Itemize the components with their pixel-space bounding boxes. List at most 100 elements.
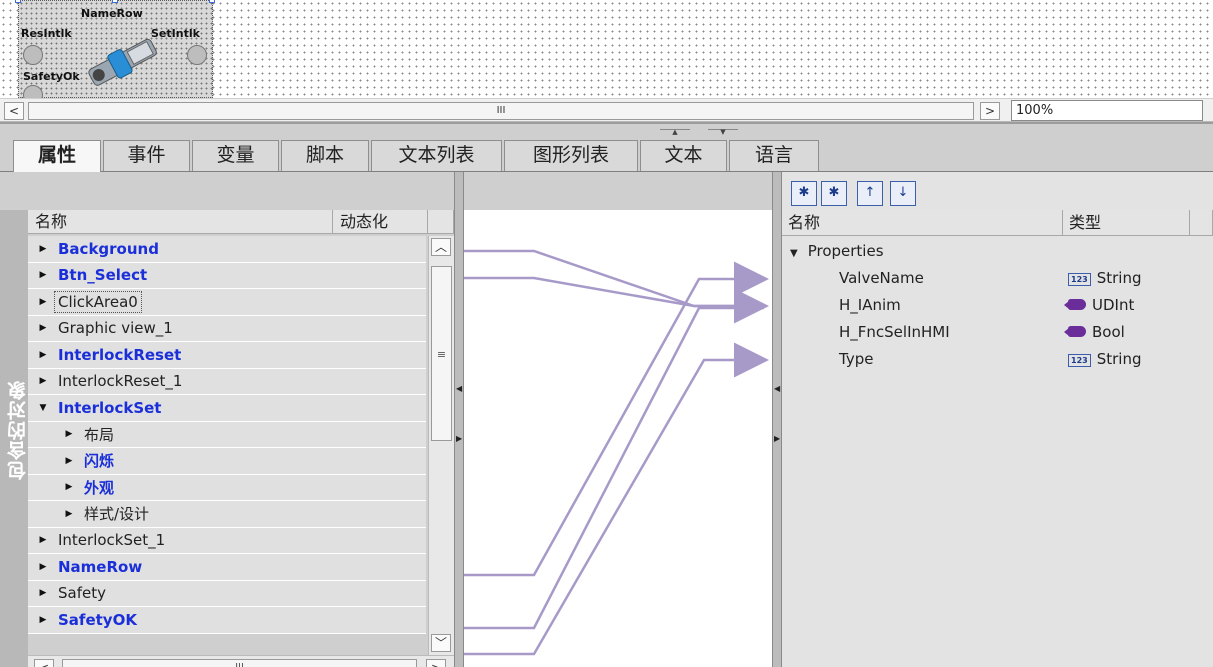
collapse-up-icon[interactable]: ▲ [660,129,690,136]
tree-row[interactable]: ▶ InterlockReset [28,342,426,369]
tab-languages[interactable]: 语言 [729,140,819,171]
expand-arrow-icon[interactable]: ▶ [38,376,48,386]
property-type-cell[interactable]: 123 String [1068,265,1141,292]
expand-arrow-icon[interactable]: ▶ [38,323,48,333]
resize-handle[interactable] [15,0,21,3]
expand-left-icon[interactable]: ◀ [774,384,780,393]
tab-events[interactable]: 事件 [103,140,190,171]
tree-row[interactable]: ▶ NameRow [28,554,426,581]
string-type-icon: 123 [1068,354,1091,367]
property-row[interactable]: ValveName 123 String [782,265,1213,292]
tab-properties[interactable]: 属性 [13,140,101,172]
resize-handle[interactable] [112,0,118,3]
faceplate-object[interactable]: NameRow ResIntlk SetIntlk SafetyOk [15,0,215,105]
expand-arrow-icon[interactable]: ▶ [38,297,48,307]
expanded-arrow-icon[interactable]: ▼ [790,248,798,259]
indicator-circle-icon [187,45,207,65]
panel-splitter[interactable]: ▲ ▼ [660,126,740,136]
tree-row[interactable]: ▼ InterlockSet [28,395,426,422]
tree-row-label: Btn_Select [58,266,148,285]
property-type-cell[interactable]: UDInt [1064,292,1134,319]
tree-row[interactable]: ▶ InterlockReset_1 [28,368,426,395]
canvas-horizontal-scrollbar[interactable]: < III > 100% [0,98,1213,122]
tree-row[interactable]: ▶ ClickArea0 [28,289,426,316]
column-header-dynamic[interactable]: 动态化 [333,210,428,234]
expand-arrow-icon[interactable]: ▶ [38,244,48,254]
move-up-icon[interactable]: ↑ [857,181,883,206]
property-row[interactable]: H_FncSelInHMI Bool [782,319,1213,346]
zoom-field[interactable]: 100% [1011,100,1203,121]
property-name[interactable]: Type [839,346,873,373]
expand-right-icon[interactable]: ▶ [456,434,462,443]
inspector-window: ▲ ▼ 属性 事件 变量 脚本 文本列表 图形列表 文本 语言 包含的对象 名称… [0,122,1213,667]
scroll-right-button[interactable]: > [426,659,446,667]
tree-row-label: InterlockReset [58,345,182,364]
tab-texts[interactable]: 文本 [640,140,727,171]
property-name[interactable]: H_FncSelInHMI [839,319,950,346]
property-type-cell[interactable]: 123 String [1068,346,1141,373]
inspector-tabs: 属性 事件 变量 脚本 文本列表 图形列表 文本 语言 [0,140,1213,172]
expand-arrow-icon[interactable]: ▶ [38,562,48,572]
connection-mapping-area[interactable] [464,210,772,667]
vertical-scrollbar[interactable]: ︿ ≡ ﹀ [428,236,454,656]
scroll-left-button[interactable]: < [34,659,54,667]
expand-arrow-icon[interactable]: ▶ [38,615,48,625]
collapse-arrow-icon[interactable]: ▼ [38,403,48,413]
expand-left-icon[interactable]: ◀ [456,384,462,393]
expand-arrow-icon[interactable]: ▶ [38,350,48,360]
contained-objects-sidebar[interactable]: 包含的对象 [0,210,29,667]
tree-row[interactable]: ▶ Safety [28,580,426,607]
design-canvas[interactable]: NameRow ResIntlk SetIntlk SafetyOk [0,0,1213,105]
scroll-up-button[interactable]: ︿ [431,238,451,256]
property-name[interactable]: ValveName [839,265,924,292]
tab-tags[interactable]: 变量 [192,140,279,171]
horizontal-scrollbar[interactable]: < III > [28,655,454,667]
scroll-left-button[interactable]: < [4,102,24,120]
udint-type-icon [1064,326,1086,337]
tree-row[interactable]: ▶ InterlockSet_1 [28,527,426,554]
expand-arrow-icon[interactable]: ▶ [64,429,74,439]
property-row[interactable]: Type 123 String [782,346,1213,373]
add-event-icon[interactable]: ✱ [821,181,847,206]
expand-arrow-icon[interactable]: ▶ [38,535,48,545]
expand-arrow-icon[interactable]: ▶ [64,509,74,519]
expand-arrow-icon[interactable]: ▶ [64,482,74,492]
tree-row[interactable]: ▶ SafetyOK [28,607,426,634]
column-header-name[interactable]: 名称 [28,210,333,234]
column-header-type[interactable]: 类型 [1063,210,1190,236]
tree-row[interactable]: ▶ 布局 [28,421,426,448]
right-splitter[interactable]: ◀ ▶ [772,172,782,667]
column-header-name[interactable]: 名称 [782,210,1063,236]
scroll-thumb[interactable]: III [62,659,417,667]
tree-row[interactable]: ▶ Btn_Select [28,262,426,289]
expand-arrow-icon[interactable]: ▶ [38,270,48,280]
tree-row[interactable]: ▶ 样式/设计 [28,501,426,528]
scroll-down-button[interactable]: ﹀ [431,634,451,652]
tab-text-lists[interactable]: 文本列表 [371,140,502,171]
property-row[interactable]: H_IAnim UDInt [782,292,1213,319]
properties-group-row[interactable]: ▼ Properties [782,238,1213,265]
add-property-icon[interactable]: ✱ [791,181,817,206]
expand-arrow-icon[interactable]: ▶ [38,588,48,598]
expand-arrow-icon[interactable]: ▶ [64,456,74,466]
expand-right-icon[interactable]: ▶ [774,434,780,443]
resize-handle[interactable] [209,0,215,3]
property-name[interactable]: H_IAnim [839,292,901,319]
tree-row[interactable]: ▶ 闪烁 [28,448,426,475]
tree-row[interactable]: ▶ Background [28,236,426,263]
tab-scripts[interactable]: 脚本 [281,140,369,171]
scroll-thumb[interactable]: ≡ [431,266,452,441]
connection-header-strip [464,172,772,210]
tree-row[interactable]: ▶ Graphic view_1 [28,315,426,342]
left-splitter[interactable]: ◀ ▶ [454,172,464,667]
collapse-down-icon[interactable]: ▼ [708,129,738,136]
move-down-icon[interactable]: ↓ [890,181,916,206]
scroll-thumb[interactable]: III [28,102,974,120]
scroll-right-button[interactable]: > [980,102,1000,120]
property-type: String [1096,350,1142,368]
contained-objects-table: 名称 动态化 ▶ Background ▶ Btn_Select ▶ ClickArea0… [28,210,454,667]
tree-row-label: 样式/设计 [84,505,150,524]
tree-row[interactable]: ▶ 外观 [28,474,426,501]
tab-graphic-lists[interactable]: 图形列表 [504,140,638,171]
property-type-cell[interactable]: Bool [1064,319,1125,346]
